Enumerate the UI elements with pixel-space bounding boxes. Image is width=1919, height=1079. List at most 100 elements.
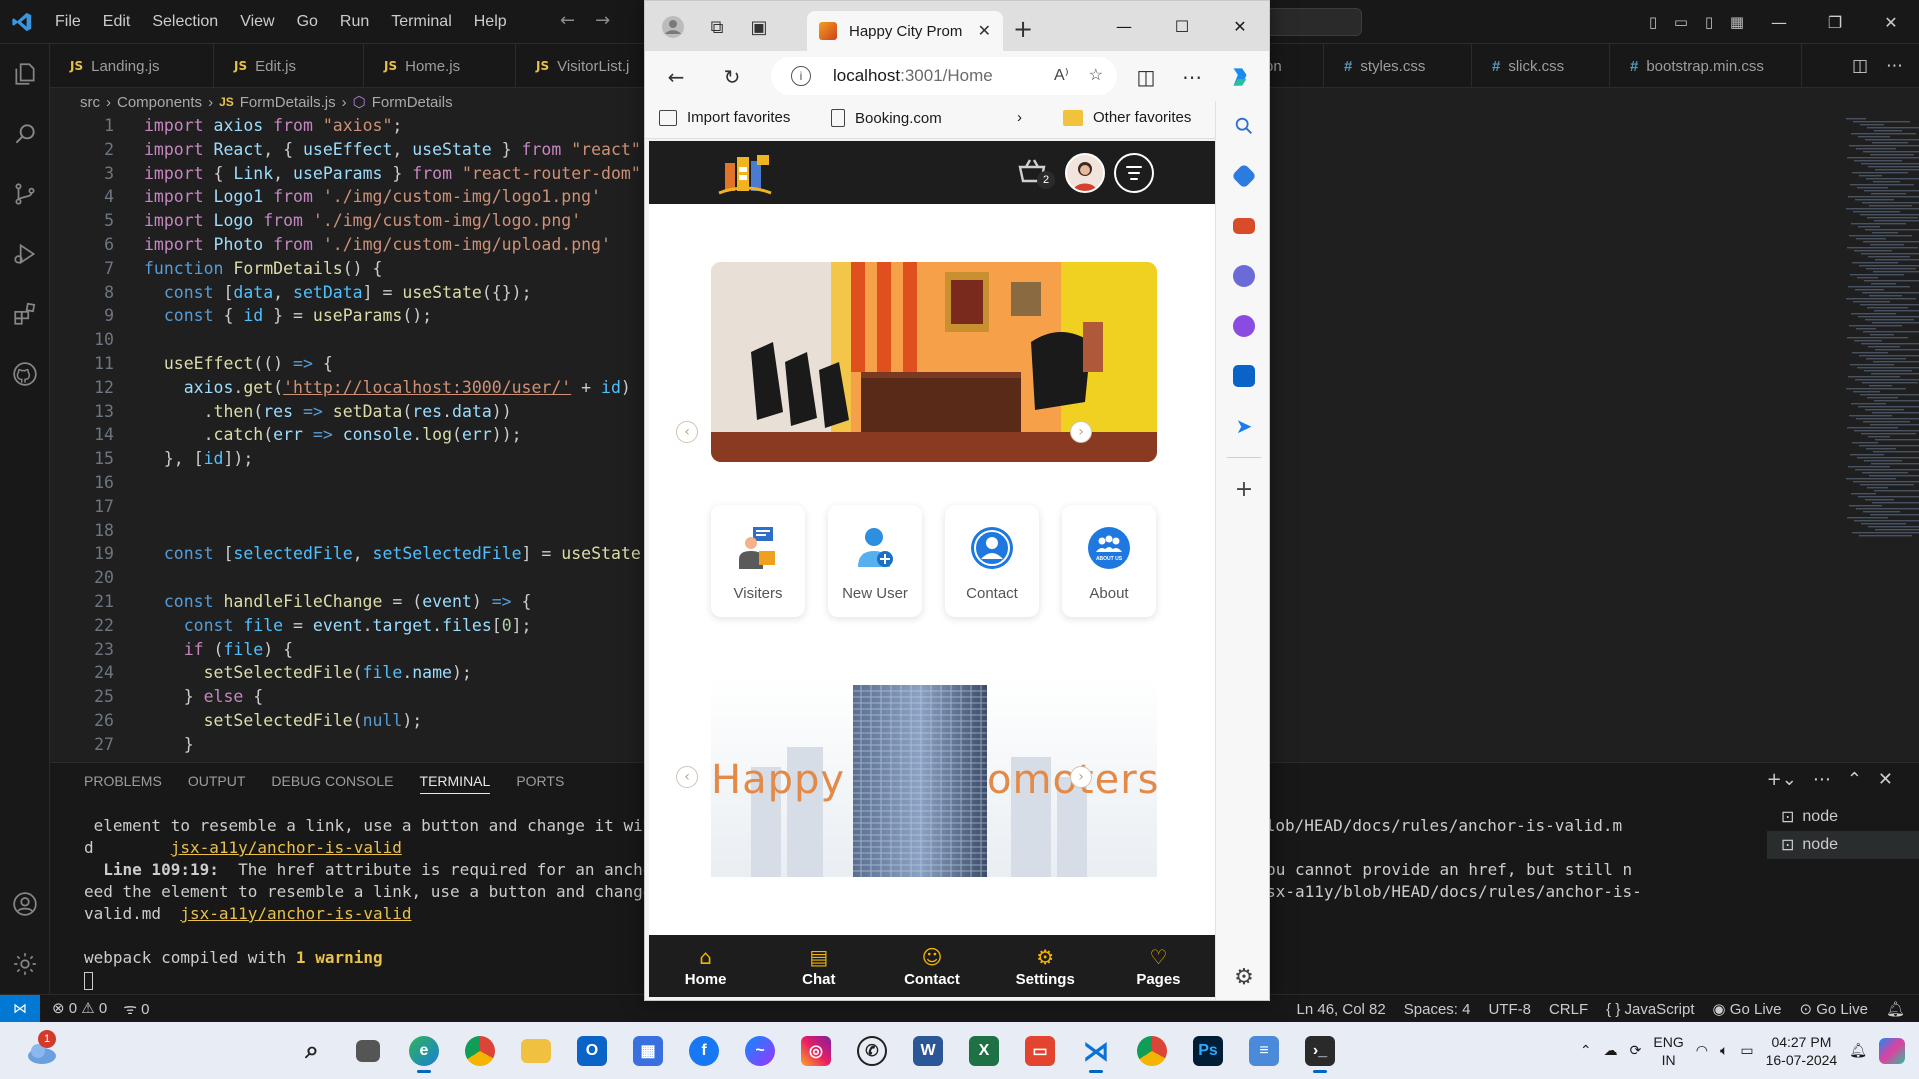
end-of-line[interactable]: CRLF bbox=[1549, 1001, 1588, 1018]
breadcrumb-components[interactable]: Components bbox=[117, 94, 202, 111]
ports-status[interactable]: ᯤ 0 bbox=[123, 999, 149, 1019]
tab-slick-css[interactable]: # slick.css bbox=[1472, 44, 1610, 88]
nav-back-icon[interactable]: ← bbox=[560, 10, 575, 31]
tab-visitorlist-js[interactable]: JS VisitorList.j bbox=[516, 44, 646, 88]
tab-actions-icon[interactable]: ▣ bbox=[745, 13, 773, 41]
onedrive-cloud-icon[interactable]: ☁ bbox=[1604, 1042, 1618, 1059]
close-panel-icon[interactable]: ✕ bbox=[1878, 769, 1893, 790]
tab-bootstrap-css[interactable]: # bootstrap.min.css bbox=[1610, 44, 1802, 88]
accounts-icon[interactable] bbox=[0, 874, 50, 934]
outlook-icon[interactable] bbox=[1216, 351, 1269, 401]
maximize-panel-icon[interactable]: ⌃ bbox=[1847, 769, 1862, 790]
card-about[interactable]: ABOUT US About bbox=[1062, 505, 1156, 617]
encoding[interactable]: UTF-8 bbox=[1488, 1001, 1531, 1018]
menu-file[interactable]: File bbox=[44, 13, 92, 31]
add-sidebar-app-icon[interactable]: + bbox=[1216, 464, 1269, 514]
indentation[interactable]: Spaces: 4 bbox=[1404, 1001, 1471, 1018]
toggle-panel-icon[interactable]: ▭ bbox=[1667, 0, 1695, 44]
battery-icon[interactable]: ▭ bbox=[1740, 1042, 1753, 1059]
vscode-taskbar-icon[interactable]: ⋊ bbox=[1072, 1028, 1120, 1074]
more-actions-icon[interactable]: ⋯ bbox=[1886, 56, 1903, 76]
panel-tab-debug-console[interactable]: DEBUG CONSOLE bbox=[271, 773, 393, 794]
panel-tab-problems[interactable]: PROBLEMS bbox=[84, 773, 162, 794]
terminal-taskbar-icon[interactable]: ›_ bbox=[1296, 1028, 1344, 1074]
new-tab-icon[interactable]: + bbox=[1013, 15, 1033, 43]
toggle-primary-sidebar-icon[interactable]: ▯ bbox=[1639, 0, 1667, 44]
profile-icon[interactable] bbox=[659, 13, 687, 41]
terminal-link[interactable]: jsx-a11y/anchor-is-valid bbox=[171, 838, 402, 857]
browser-close-icon[interactable]: ✕ bbox=[1211, 1, 1269, 51]
more-icon[interactable]: ⋯ bbox=[1813, 769, 1831, 790]
tab-landing-js[interactable]: JS Landing.js bbox=[50, 44, 214, 88]
cart-button[interactable]: 2 bbox=[1017, 157, 1055, 189]
toggle-secondary-sidebar-icon[interactable]: ▯ bbox=[1695, 0, 1723, 44]
sidebar-settings-gear-icon[interactable]: ⚙ bbox=[1216, 952, 1269, 1000]
edge-icon[interactable]: e bbox=[400, 1028, 448, 1074]
app-red-icon[interactable]: ▭ bbox=[1016, 1028, 1064, 1074]
explorer-icon[interactable] bbox=[0, 44, 50, 104]
card-new-user[interactable]: New User bbox=[828, 505, 922, 617]
menu-view[interactable]: View bbox=[229, 13, 285, 31]
tools-briefcase-icon[interactable] bbox=[1216, 201, 1269, 251]
notification-bell-icon[interactable]: 🔔︎ bbox=[1849, 1042, 1867, 1059]
extensions-icon[interactable] bbox=[0, 284, 50, 344]
breadcrumb-file[interactable]: FormDetails.js bbox=[240, 94, 336, 111]
search-icon[interactable] bbox=[0, 104, 50, 164]
menu-terminal[interactable]: Terminal bbox=[380, 13, 462, 31]
happy-city-logo[interactable] bbox=[717, 153, 773, 197]
bottom-nav-chat[interactable]: ▤ Chat bbox=[762, 935, 875, 997]
panel-tab-terminal[interactable]: TERMINAL bbox=[419, 773, 491, 794]
address-bar[interactable]: i localhost:3001/Home A⁾ ☆ bbox=[771, 57, 1117, 95]
bottom-nav-contact[interactable]: ☺ Contact bbox=[875, 935, 988, 997]
split-screen-icon[interactable]: ◫ bbox=[1131, 63, 1161, 91]
instagram-icon[interactable]: ◎ bbox=[792, 1028, 840, 1074]
go-live-button[interactable]: ◉ Go Live bbox=[1713, 1000, 1782, 1018]
menu-go[interactable]: Go bbox=[286, 13, 329, 31]
favorite-star-icon[interactable]: ☆ bbox=[1089, 65, 1103, 85]
excel-icon[interactable]: X bbox=[960, 1028, 1008, 1074]
start-windows-icon[interactable] bbox=[232, 1028, 280, 1074]
bottom-nav-settings[interactable]: ⚙ Settings bbox=[989, 935, 1102, 997]
new-terminal-icon[interactable]: +⌄ bbox=[1767, 769, 1797, 790]
user-avatar[interactable] bbox=[1065, 153, 1105, 193]
github-icon[interactable] bbox=[0, 344, 50, 404]
office-icon[interactable] bbox=[1216, 301, 1269, 351]
remote-indicator-icon[interactable]: ⋈ bbox=[0, 994, 40, 1023]
run-debug-icon[interactable] bbox=[0, 224, 50, 284]
browser-maximize-icon[interactable]: ☐ bbox=[1153, 1, 1211, 51]
weather-widget[interactable]: 1 bbox=[24, 1030, 60, 1068]
file-explorer-icon[interactable] bbox=[512, 1028, 560, 1074]
sidebar-search-icon[interactable] bbox=[1216, 101, 1269, 151]
tab-styles-css[interactable]: # styles.css bbox=[1324, 44, 1472, 88]
tab-home-js[interactable]: JS Home.js bbox=[364, 44, 516, 88]
nav-forward-icon[interactable]: → bbox=[595, 10, 610, 31]
shopping-tag-icon[interactable] bbox=[1216, 151, 1269, 201]
breadcrumb-src[interactable]: src bbox=[80, 94, 100, 111]
favorite-booking[interactable]: Booking.com bbox=[831, 109, 942, 127]
microsoft-store-icon[interactable]: ▦ bbox=[624, 1028, 672, 1074]
minimize-icon[interactable]: — bbox=[1751, 0, 1807, 44]
send-icon[interactable]: ➤ bbox=[1216, 401, 1269, 451]
browser-tab-active[interactable]: Happy City Prom ✕ bbox=[807, 11, 1003, 51]
whatsapp-icon[interactable]: ✆ bbox=[848, 1028, 896, 1074]
manage-gear-icon[interactable] bbox=[0, 934, 50, 994]
split-editor-icon[interactable]: ◫ bbox=[1852, 56, 1868, 76]
taskbar-search-icon[interactable]: ⌕ bbox=[288, 1028, 336, 1074]
workspaces-icon[interactable]: ⧉ bbox=[703, 13, 731, 41]
word-icon[interactable]: W bbox=[904, 1028, 952, 1074]
slider1-next-arrow-icon[interactable]: › bbox=[1070, 421, 1092, 443]
hamburger-menu-button[interactable] bbox=[1114, 153, 1154, 193]
terminal-link[interactable]: jsx-a11y/anchor-is-valid bbox=[180, 904, 411, 923]
close-tab-icon[interactable]: ✕ bbox=[978, 21, 991, 41]
cursor-position[interactable]: Ln 46, Col 82 bbox=[1297, 1001, 1386, 1018]
chrome-icon[interactable] bbox=[456, 1028, 504, 1074]
menu-run[interactable]: Run bbox=[329, 13, 380, 31]
slider1-prev-arrow-icon[interactable]: ‹ bbox=[676, 421, 698, 443]
minimap[interactable] bbox=[1840, 114, 1919, 634]
card-contact[interactable]: Contact bbox=[945, 505, 1039, 617]
clock[interactable]: 04:27 PM 16-07-2024 bbox=[1766, 1033, 1838, 1069]
settings-more-icon[interactable]: ⋯ bbox=[1177, 63, 1207, 91]
copilot-taskbar-icon[interactable] bbox=[1879, 1037, 1905, 1064]
favorite-import[interactable]: Import favorites bbox=[659, 109, 790, 126]
sync-icon[interactable]: ⟳ bbox=[1630, 1042, 1642, 1059]
